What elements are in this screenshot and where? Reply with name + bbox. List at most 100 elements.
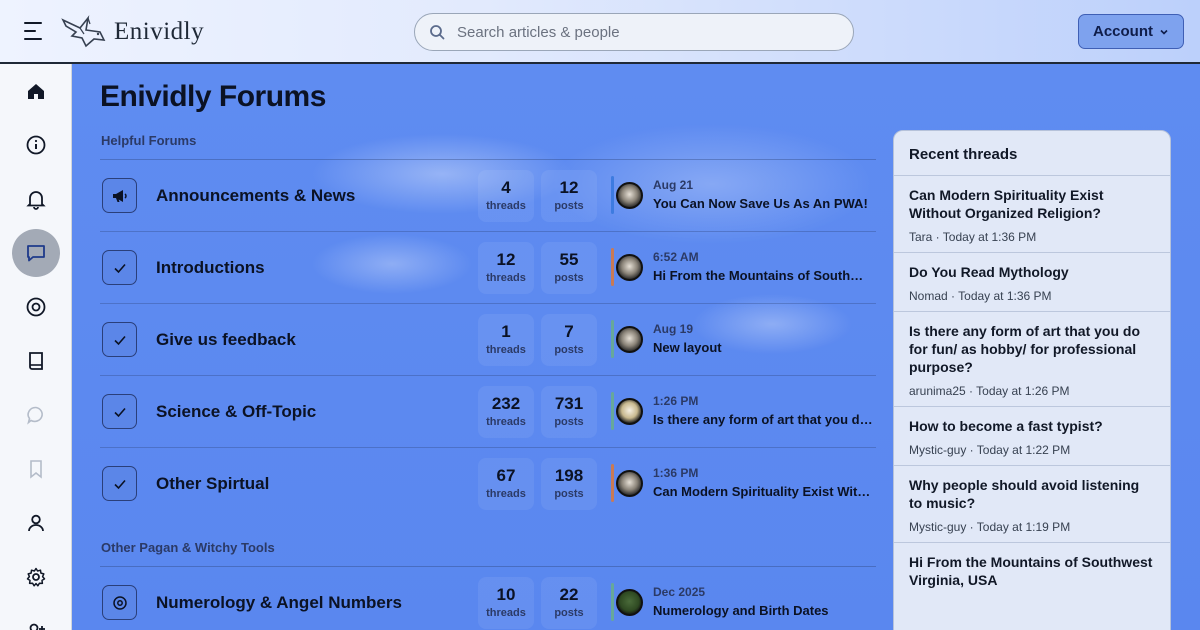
latest-thread-link[interactable]: New layout [653,340,873,355]
recent-thread-item[interactable]: Hi From the Mountains of Southwest Virgi… [894,543,1170,589]
avatar[interactable] [616,326,643,353]
threads-count: 10 threads [478,577,534,629]
thread-author[interactable]: Mystic-guy [909,443,966,457]
forum-row-announcements[interactable]: Announcements & News 4 threads 12 posts Au… [100,160,876,232]
chat-icon[interactable] [12,229,60,277]
recent-thread-title[interactable]: Can Modern Spirituality Exist Without Or… [909,186,1155,222]
avatar[interactable] [616,182,643,209]
recent-thread-item[interactable]: Is there any form of art that you do for… [894,312,1170,407]
recent-thread-meta: arunima25 · Today at 1:26 PM [909,384,1070,398]
thread-time: Today at 1:26 PM [976,384,1070,398]
brand-name: Enividly [114,18,205,45]
recent-thread-title[interactable]: Do You Read Mythology [909,263,1155,281]
forum-row-numerology[interactable]: Numerology & Angel Numbers 10 threads 22 p… [100,567,876,630]
latest-thread-link[interactable]: Numerology and Birth Dates [653,603,873,618]
thread-time: Today at 1:22 PM [976,443,1071,457]
posts-count: 198 posts [541,458,597,510]
bookmark-icon[interactable] [12,445,60,493]
page-title: Enividly Forums [100,80,326,113]
latest-date: Aug 21 [653,178,694,192]
recent-thread-meta: Mystic-guy · Today at 1:22 PM [909,443,1071,457]
latest-thread-link[interactable]: You Can Now Save Us As An PWA! [653,196,873,211]
forum-row-introductions[interactable]: Introductions 12 threads 55 posts 6:52 AM … [100,232,876,304]
thread-author[interactable]: Nomad [909,289,948,303]
search-icon [430,25,445,40]
section-label-helpful: Helpful Forums [101,133,197,148]
recent-threads-panel: Recent threads Can Modern Spirituality E… [893,130,1171,630]
check-icon [102,394,137,429]
recent-thread-meta: Mystic-guy · Today at 1:19 PM [909,520,1071,534]
menu-icon[interactable] [24,22,48,42]
lifebuoy-icon[interactable] [12,283,60,331]
home-icon[interactable] [12,67,60,115]
posts-count: 55 posts [541,242,597,294]
forum-title[interactable]: Introductions [156,258,265,278]
section-label-pagan: Other Pagan & Witchy Tools [101,540,275,555]
recent-thread-title[interactable]: Why people should avoid listening to mus… [909,476,1155,512]
posts-count: 731 posts [541,386,597,438]
threads-count: 4 threads [478,170,534,222]
latest-date: 6:52 AM [653,250,699,264]
thread-author[interactable]: arunima25 [909,384,966,398]
forum-title[interactable]: Other Spirtual [156,474,269,494]
forum-row-feedback[interactable]: Give us feedback 1 threads 7 posts Aug 19 … [100,304,876,376]
recent-thread-title[interactable]: Hi From the Mountains of Southwest Virgi… [909,553,1155,589]
search-bar[interactable] [414,13,854,51]
bell-icon[interactable] [12,175,60,223]
top-header: Enividly Account [0,0,1200,64]
posts-count: 7 posts [541,314,597,366]
avatar[interactable] [616,254,643,281]
thread-author[interactable]: Mystic-guy [909,520,966,534]
forum-title[interactable]: Science & Off-Topic [156,402,316,422]
recent-thread-item[interactable]: Why people should avoid listening to mus… [894,466,1170,543]
latest-indicator [611,464,614,502]
check-icon [102,466,137,501]
latest-indicator [611,248,614,286]
target-icon [102,585,137,620]
recent-thread-item[interactable]: Do You Read Mythology Nomad · Today at 1… [894,253,1170,312]
bird-logo-icon [61,15,106,48]
account-label: Account [1093,23,1153,40]
avatar[interactable] [616,589,643,616]
latest-thread-link[interactable]: Is there any form of art that you do for… [653,412,873,427]
latest-date: 1:26 PM [653,394,699,408]
latest-thread-link[interactable]: Hi From the Mountains of Southwest Virgi… [653,268,873,283]
recent-thread-meta: Tara · Today at 1:36 PM [909,230,1037,244]
recent-thread-title[interactable]: Is there any form of art that you do for… [909,322,1155,376]
latest-indicator [611,392,614,430]
user-icon[interactable] [12,499,60,547]
posts-count: 12 posts [541,170,597,222]
account-button[interactable]: Account [1078,14,1184,49]
recent-thread-title[interactable]: How to become a fast typist? [909,417,1155,435]
threads-count: 232 threads [478,386,534,438]
latest-date: Aug 19 [653,322,694,336]
threads-count: 12 threads [478,242,534,294]
recent-threads-heading: Recent threads [894,131,1170,176]
threads-count: 1 threads [478,314,534,366]
avatar[interactable] [616,470,643,497]
thread-time: Today at 1:36 PM [942,230,1037,244]
forum-row-science[interactable]: Science & Off-Topic 232 threads 731 posts … [100,376,876,448]
avatar[interactable] [616,398,643,425]
comment-icon[interactable] [12,391,60,439]
info-icon[interactable] [12,121,60,169]
megaphone-icon [102,178,137,213]
recent-thread-item[interactable]: How to become a fast typist? Mystic-guy … [894,407,1170,466]
latest-thread-link[interactable]: Can Modern Spirituality Exist Without Or… [653,484,873,499]
search-input[interactable] [457,23,837,41]
user-plus-icon[interactable] [12,607,60,630]
latest-indicator [611,320,614,358]
gear-icon[interactable] [12,553,60,601]
forum-title[interactable]: Give us feedback [156,330,296,350]
forum-row-other-spiritual[interactable]: Other Spirtual 67 threads 198 posts 1:36 P… [100,448,876,520]
latest-date: 1:36 PM [653,466,699,480]
recent-thread-item[interactable]: Can Modern Spirituality Exist Without Or… [894,176,1170,253]
thread-author[interactable]: Tara [909,230,932,244]
recent-thread-meta: Nomad · Today at 1:36 PM [909,289,1052,303]
brand-logo[interactable]: Enividly [60,12,204,52]
latest-date: Dec 2025 [653,585,706,599]
forum-title[interactable]: Numerology & Angel Numbers [156,593,402,613]
book-icon[interactable] [12,337,60,385]
check-icon [102,250,137,285]
forum-title[interactable]: Announcements & News [156,186,355,206]
